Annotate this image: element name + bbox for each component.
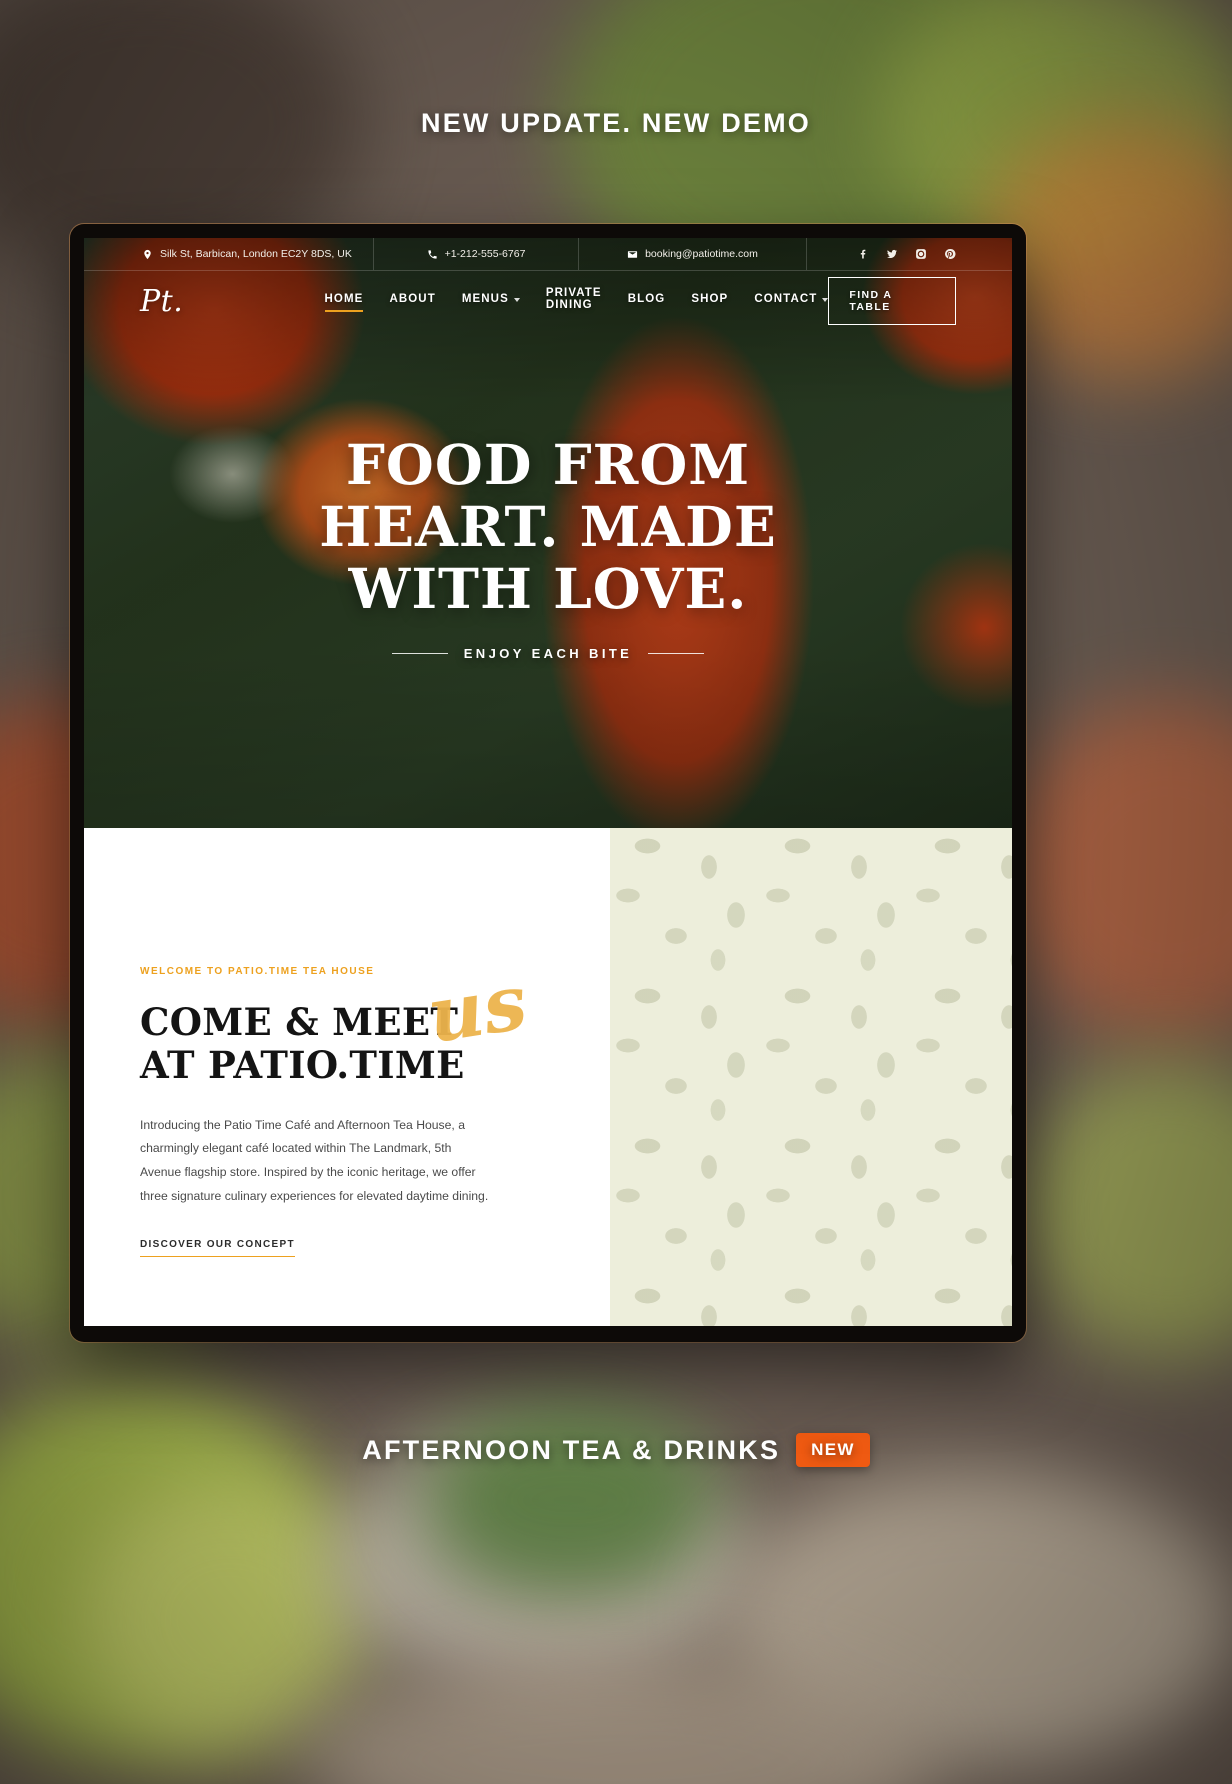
- hero-subtitle: ENJOY EACH BITE: [84, 646, 1012, 661]
- chevron-down-icon: [513, 297, 520, 302]
- discover-our-concept-link[interactable]: DISCOVER OUR CONCEPT: [140, 1239, 295, 1257]
- chevron-down-icon: [822, 297, 829, 302]
- phone-icon: [427, 249, 437, 259]
- nav-item-contact[interactable]: CONTACT: [754, 293, 829, 309]
- nav-item-home[interactable]: HOME: [324, 293, 364, 312]
- nav-item-menus[interactable]: MENUS: [462, 293, 520, 309]
- nav-item-about[interactable]: ABOUT: [389, 293, 435, 309]
- topbar-email[interactable]: booking@patiotime.com: [579, 238, 807, 270]
- divider-line-right: [648, 653, 705, 655]
- instagram-icon[interactable]: [915, 248, 927, 260]
- twitter-icon[interactable]: [886, 248, 898, 260]
- about-pattern-panel: [610, 828, 1012, 1326]
- about-section: WELCOME TO PATIO.TIME TEA HOUSE us COME …: [84, 828, 1012, 1326]
- nav-item-blog-label: BLOG: [627, 293, 666, 305]
- envelope-icon: [628, 250, 638, 258]
- nav-item-shop-label: SHOP: [691, 293, 729, 305]
- site-navbar: Pt. HOME ABOUT MENUS PRIVATE DINING BLOG: [84, 271, 1012, 331]
- nav-item-home-label: HOME: [324, 293, 364, 305]
- hero-heading-line-1: FOOD FROM: [345, 432, 751, 497]
- divider-line-left: [391, 653, 448, 655]
- new-badge: NEW: [796, 1433, 870, 1467]
- topbar-address: Silk St, Barbican, London EC2Y 8DS, UK: [84, 238, 374, 270]
- nav-item-contact-label: CONTACT: [754, 293, 818, 305]
- site-logo[interactable]: Pt.: [140, 284, 325, 319]
- nav-item-about-label: ABOUT: [389, 293, 436, 305]
- about-heading: us COME & MEET AT PATIO.TIME: [140, 957, 554, 1088]
- topbar-social-links: [807, 238, 1012, 270]
- pinterest-icon[interactable]: [944, 248, 956, 260]
- browser-mockup-frame: Silk St, Barbican, London EC2Y 8DS, UK +…: [70, 224, 1026, 1342]
- hero-heading: FOOD FROM HEART. MADE WITH LOVE.: [84, 432, 1012, 622]
- find-a-table-button[interactable]: FIND A TABLE: [828, 277, 956, 325]
- nav-item-shop[interactable]: SHOP: [691, 293, 728, 309]
- topbar-email-text: booking@patiotime.com: [645, 248, 758, 260]
- nav-item-blog[interactable]: BLOG: [628, 293, 666, 309]
- promo-bottom-title-text: AFTERNOON TEA & DRINKS: [362, 1434, 781, 1465]
- location-pin-icon: [144, 249, 151, 259]
- hero-content: FOOD FROM HEART. MADE WITH LOVE. ENJOY E…: [84, 432, 1012, 661]
- about-script-word: us: [421, 956, 533, 1061]
- nav-item-menus-label: MENUS: [461, 293, 509, 305]
- website-screen: Silk St, Barbican, London EC2Y 8DS, UK +…: [84, 238, 1012, 1326]
- facebook-icon[interactable]: [857, 248, 869, 260]
- nav-item-private-dining-label: PRIVATE DINING: [545, 287, 602, 311]
- nav-item-private-dining[interactable]: PRIVATE DINING: [546, 287, 602, 315]
- hero-heading-line-3: WITH LOVE.: [348, 556, 748, 622]
- topbar-address-text: Silk St, Barbican, London EC2Y 8DS, UK: [160, 248, 352, 260]
- about-text-column: WELCOME TO PATIO.TIME TEA HOUSE us COME …: [84, 828, 554, 1326]
- hero-subtitle-text: ENJOY EACH BITE: [463, 646, 633, 662]
- site-topbar: Silk St, Barbican, London EC2Y 8DS, UK +…: [84, 238, 1012, 271]
- promo-top-title: NEW UPDATE. NEW DEMO: [421, 108, 811, 138]
- topbar-phone[interactable]: +1-212-555-6767: [374, 238, 579, 270]
- topbar-phone-text: +1-212-555-6767: [444, 248, 526, 260]
- hero-section: Silk St, Barbican, London EC2Y 8DS, UK +…: [84, 238, 1012, 828]
- main-navigation: HOME ABOUT MENUS PRIVATE DINING BLOG SHO…: [324, 287, 829, 315]
- about-body-text: Introducing the Patio Time Café and Afte…: [140, 1117, 489, 1203]
- promo-bottom-title: AFTERNOON TEA & DRINKS NEW: [0, 1433, 1232, 1467]
- hero-heading-line-2: HEART. MADE: [319, 494, 777, 560]
